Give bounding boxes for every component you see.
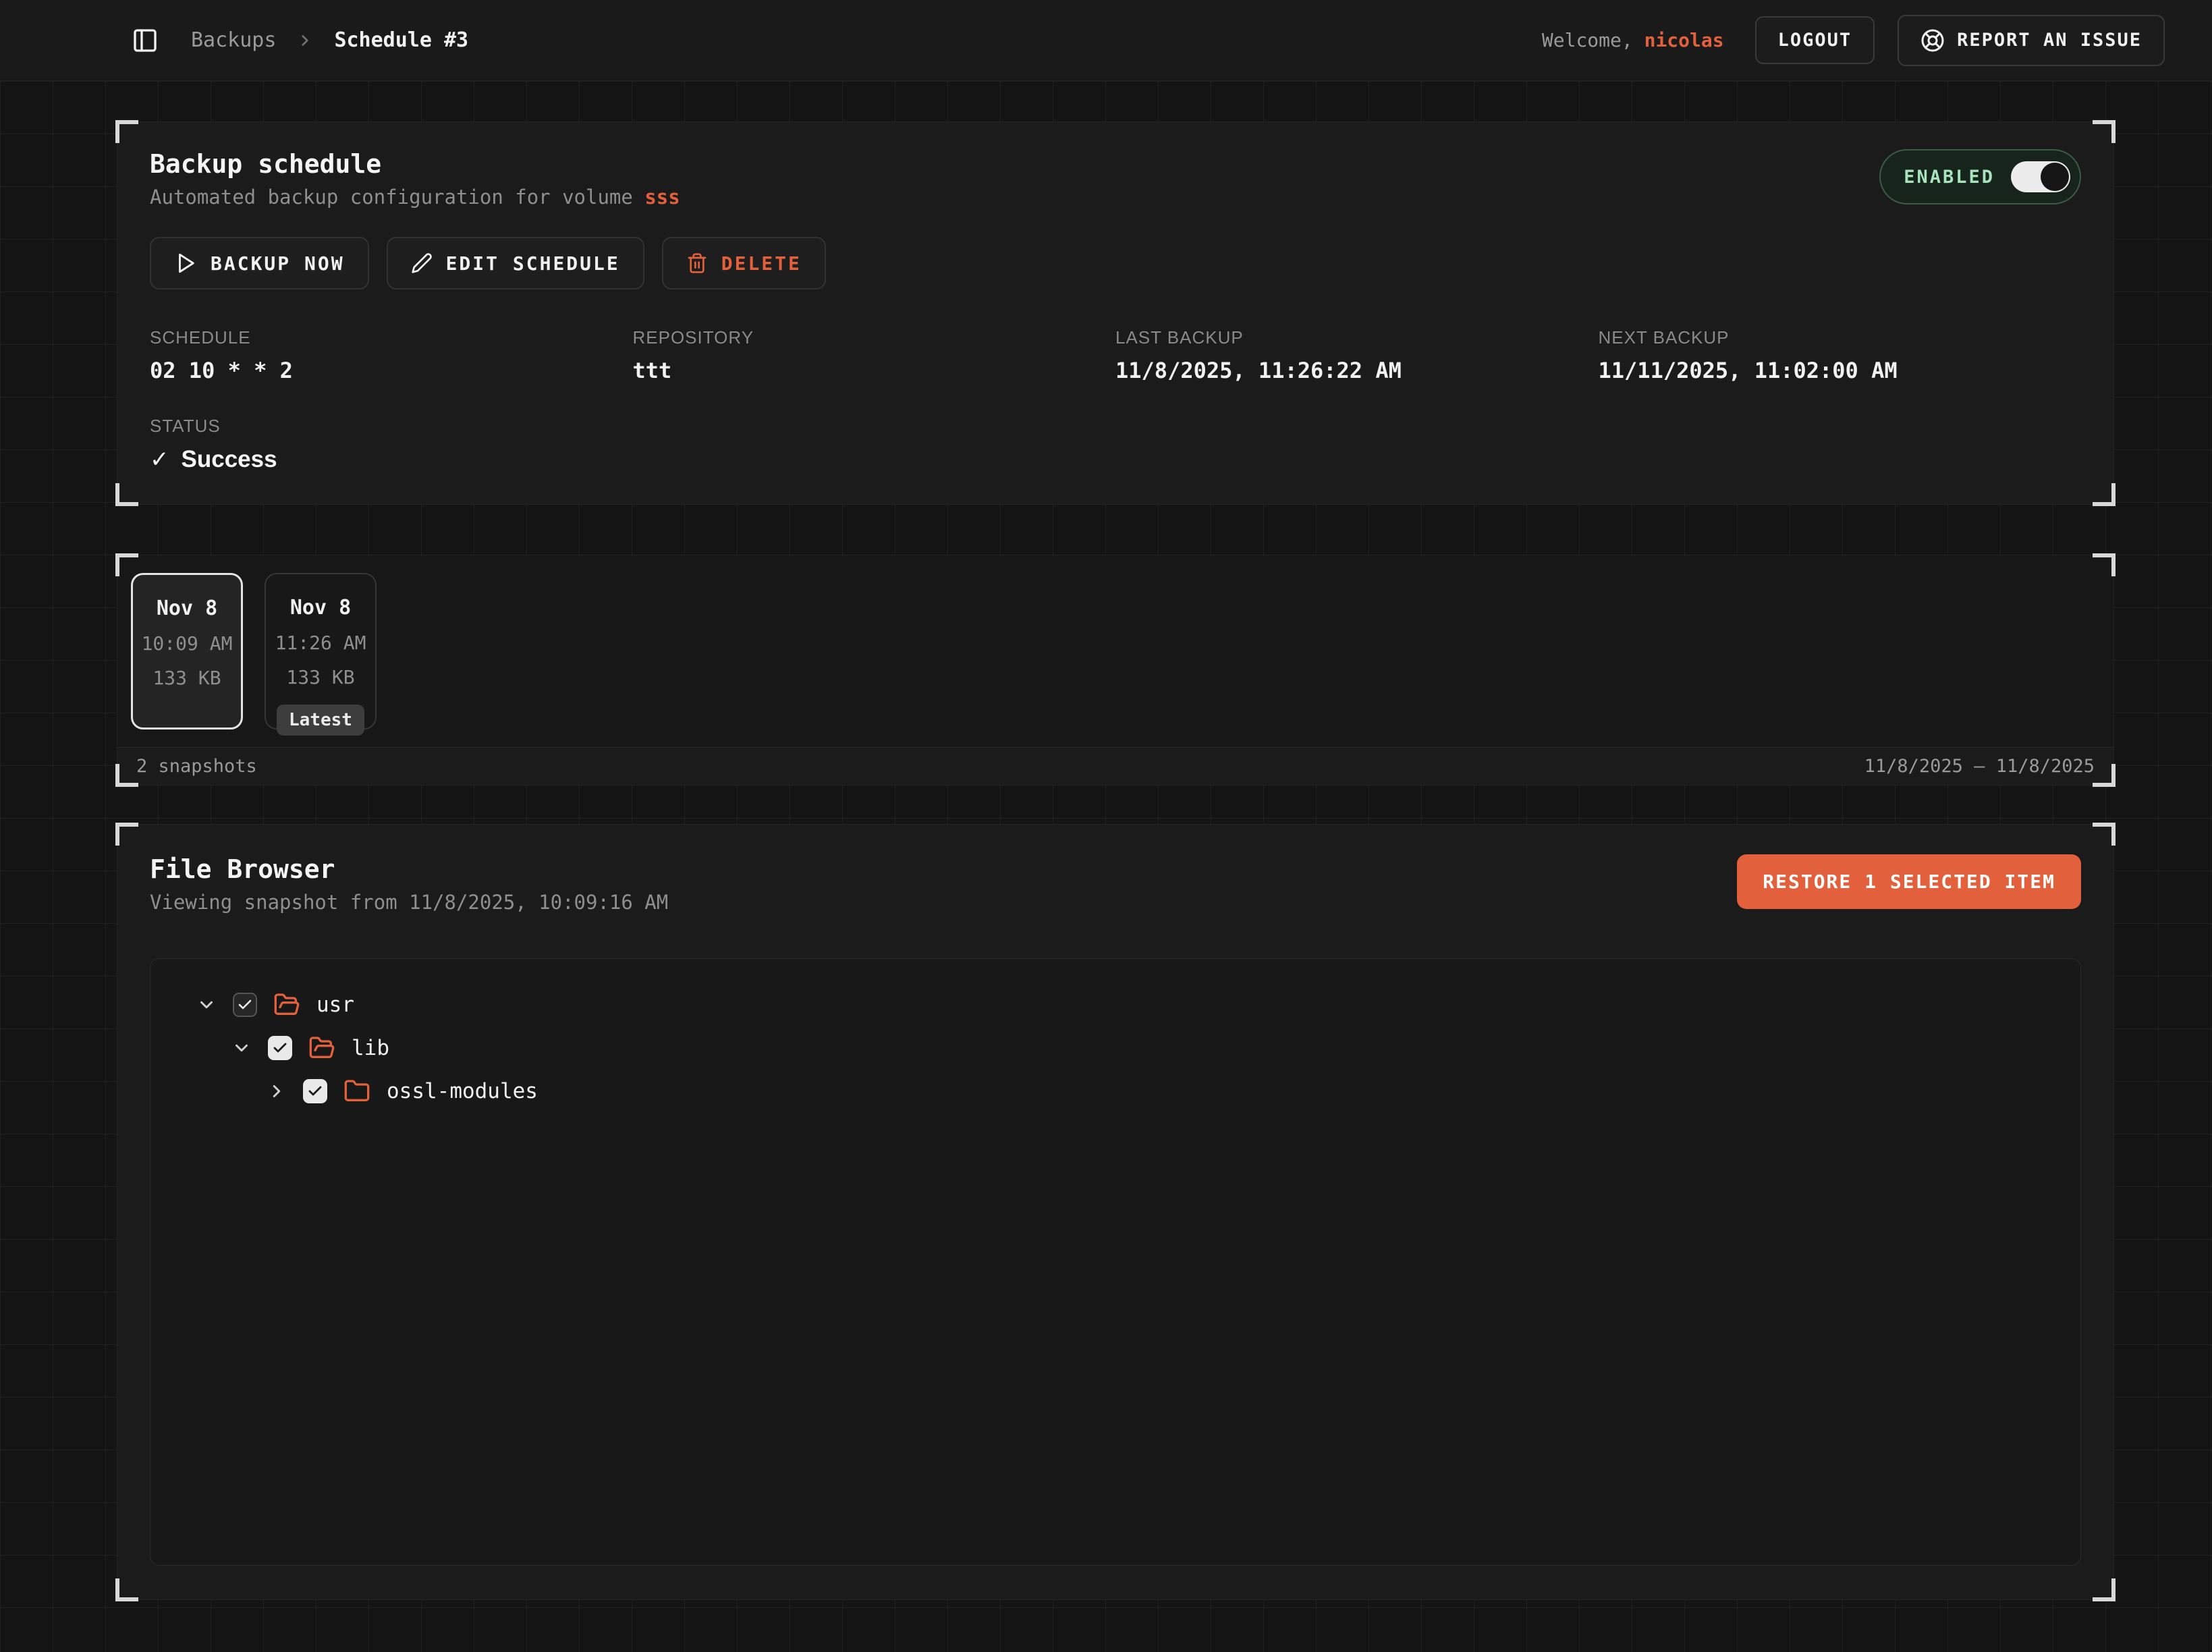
checkbox-lib[interactable]	[268, 1036, 292, 1060]
chevron-right-icon[interactable]	[267, 1081, 287, 1101]
tree-row-usr[interactable]: usr	[171, 983, 2060, 1026]
snapshot-strip: Nov 8 10:09 AM 133 KB Nov 8 11:26 AM 133…	[117, 555, 2113, 747]
field-last-backup: LAST BACKUP 11/8/2025, 11:26:22 AM	[1115, 327, 1599, 383]
snapshot-footer: 2 snapshots 11/8/2025 – 11/8/2025	[117, 747, 2113, 785]
delete-button[interactable]: DELETE	[662, 237, 826, 290]
chevron-down-icon[interactable]	[231, 1038, 252, 1058]
field-value: 02 10 * * 2	[150, 358, 633, 383]
report-issue-button[interactable]: REPORT AN ISSUE	[1898, 15, 2165, 66]
checkbox-ossl-modules[interactable]	[303, 1079, 327, 1103]
toggle-switch[interactable]	[2011, 161, 2070, 192]
panel-left-icon	[132, 27, 159, 54]
folder-icon	[343, 1078, 370, 1105]
snapshot-date: Nov 8	[157, 597, 217, 620]
corner-bracket	[115, 120, 138, 143]
schedule-card-title: Backup schedule	[150, 149, 680, 179]
corner-bracket	[115, 823, 138, 846]
snapshots-section: Nov 8 10:09 AM 133 KB Nov 8 11:26 AM 133…	[117, 555, 2114, 786]
chevron-down-icon[interactable]	[196, 995, 217, 1015]
corner-bracket	[2093, 120, 2116, 143]
checkbox-usr[interactable]	[233, 993, 257, 1017]
field-value: 11/11/2025, 11:02:00 AM	[1599, 358, 2082, 383]
snapshot-range: 11/8/2025 – 11/8/2025	[1864, 756, 2095, 777]
file-browser-card: File Browser Viewing snapshot from 11/8/…	[117, 824, 2114, 1600]
snapshot-card-selected[interactable]: Nov 8 10:09 AM 133 KB	[131, 573, 243, 729]
username: nicolas	[1644, 29, 1724, 51]
corner-bracket	[2093, 823, 2116, 846]
toggle-knob	[2041, 163, 2069, 191]
snapshot-card-latest[interactable]: Nov 8 11:26 AM 133 KB Latest	[265, 573, 377, 729]
backup-now-button[interactable]: BACKUP NOW	[150, 237, 369, 290]
volume-name: sss	[644, 186, 680, 209]
snapshot-size: 133 KB	[153, 667, 221, 689]
snapshot-size: 133 KB	[286, 666, 354, 688]
snapshot-count: 2 snapshots	[136, 756, 257, 777]
enabled-toggle[interactable]: ENABLED	[1879, 149, 2081, 204]
field-label: REPOSITORY	[633, 327, 1116, 348]
restore-selected-button[interactable]: RESTORE 1 SELECTED ITEM	[1737, 854, 2081, 909]
field-value: 11/8/2025, 11:26:22 AM	[1115, 358, 1599, 383]
pencil-icon	[411, 252, 433, 274]
tree-row-lib[interactable]: lib	[171, 1026, 2060, 1070]
tree-item-label: lib	[352, 1036, 389, 1060]
corner-bracket	[115, 1578, 138, 1601]
tree-item-label: usr	[316, 993, 354, 1017]
corner-bracket	[2093, 1578, 2116, 1601]
breadcrumb-backups[interactable]: Backups	[191, 28, 276, 52]
field-value: ttt	[633, 358, 1116, 383]
sidebar-toggle-button[interactable]	[132, 27, 159, 54]
trash-icon	[686, 252, 708, 274]
status-value: ✓ Success	[150, 446, 2081, 473]
corner-bracket	[2093, 483, 2116, 506]
folder-open-icon	[273, 991, 300, 1018]
backup-schedule-card: Backup schedule Automated backup configu…	[117, 121, 2114, 505]
corner-bracket	[115, 483, 138, 506]
field-schedule: SCHEDULE 02 10 * * 2	[150, 327, 633, 383]
field-next-backup: NEXT BACKUP 11/11/2025, 11:02:00 AM	[1599, 327, 2082, 383]
file-browser-subtitle: Viewing snapshot from 11/8/2025, 10:09:1…	[150, 891, 668, 914]
snapshot-date: Nov 8	[290, 596, 351, 620]
latest-badge: Latest	[277, 705, 364, 736]
breadcrumb-current: Schedule #3	[334, 28, 468, 52]
status-label: STATUS	[150, 416, 2081, 437]
schedule-card-subtitle: Automated backup configuration for volum…	[150, 186, 680, 209]
play-icon	[174, 252, 197, 275]
tree-row-ossl-modules[interactable]: ossl-modules	[171, 1070, 2060, 1113]
field-label: NEXT BACKUP	[1599, 327, 2082, 348]
file-browser-title: File Browser	[150, 854, 668, 884]
status-block: STATUS ✓ Success	[150, 416, 2081, 473]
field-label: SCHEDULE	[150, 327, 633, 348]
lifebuoy-icon	[1920, 28, 1945, 53]
snapshot-time: 10:09 AM	[142, 632, 233, 655]
tree-item-label: ossl-modules	[387, 1079, 538, 1103]
check-icon: ✓	[150, 446, 169, 473]
topbar: Backups Schedule #3 Welcome, nicolas LOG…	[0, 0, 2212, 81]
welcome-text: Welcome, nicolas	[1542, 29, 1724, 51]
logout-button[interactable]: LOGOUT	[1755, 16, 1875, 64]
folder-open-icon	[308, 1035, 335, 1062]
file-tree-panel: usr lib	[150, 958, 2081, 1566]
field-label: LAST BACKUP	[1115, 327, 1599, 348]
chevron-right-icon	[296, 32, 314, 49]
page-background: Backup schedule Automated backup configu…	[0, 81, 2212, 1652]
field-repository: REPOSITORY ttt	[633, 327, 1116, 383]
edit-schedule-button[interactable]: EDIT SCHEDULE	[387, 237, 644, 290]
breadcrumb: Backups Schedule #3	[191, 28, 468, 52]
snapshot-time: 11:26 AM	[275, 632, 366, 654]
enabled-label: ENABLED	[1904, 167, 1995, 188]
